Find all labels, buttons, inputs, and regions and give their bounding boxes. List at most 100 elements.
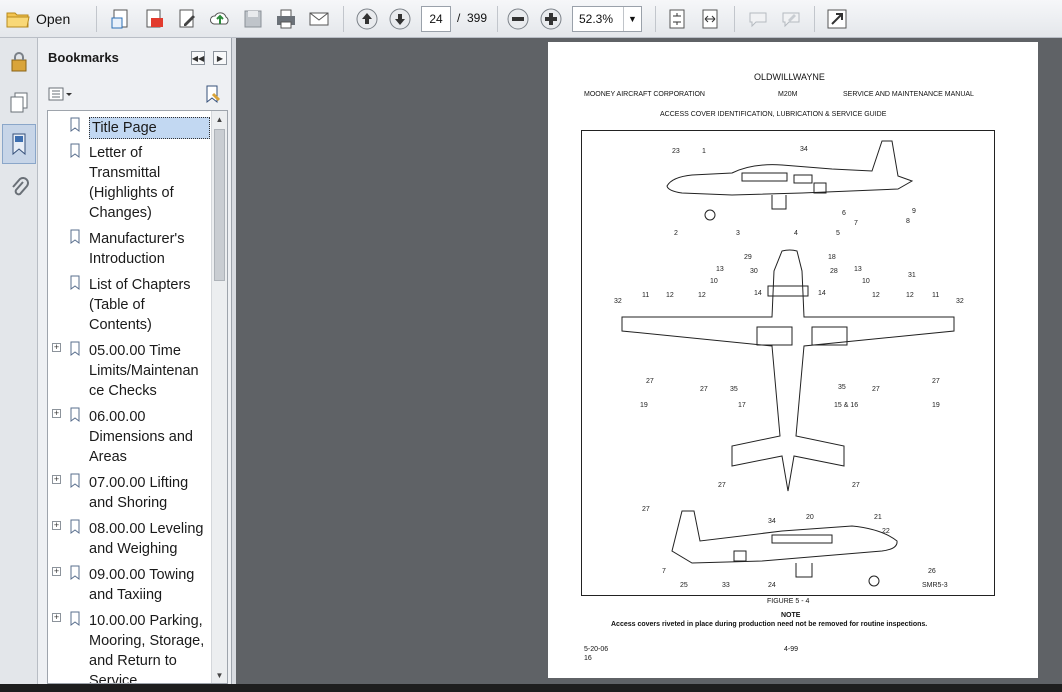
panel-title: Bookmarks <box>48 49 119 65</box>
svg-text:11: 11 <box>642 292 649 299</box>
svg-text:SMR5-3: SMR5-3 <box>922 582 948 589</box>
create-pdf-icon <box>111 9 128 29</box>
page-number-input[interactable]: 24 <box>421 6 451 32</box>
bookmark-label: 06.00.00 Dimensions and Areas <box>89 409 193 465</box>
svg-text:14: 14 <box>818 290 826 297</box>
svg-text:33: 33 <box>722 582 730 589</box>
save-button[interactable] <box>240 6 266 32</box>
fit-page-button[interactable] <box>664 6 690 32</box>
bookmark-item[interactable]: + 08.00.00 Leveling and Weighing <box>48 519 214 559</box>
zoom-in-button[interactable] <box>538 6 564 32</box>
highlight-button[interactable] <box>778 6 804 32</box>
scroll-down-icon[interactable]: ▼ <box>212 667 227 683</box>
bookmarks-panel: Bookmarks ◀◀ ▶ Title Page Letter of Trans… <box>38 38 232 692</box>
email-button[interactable] <box>306 6 332 32</box>
bookmarks-button[interactable] <box>2 124 36 164</box>
print-button[interactable] <box>273 6 299 32</box>
expand-icon[interactable]: + <box>52 521 61 530</box>
save-icon <box>244 10 262 28</box>
bookmark-icon <box>70 275 80 290</box>
bookmark-item[interactable]: + 06.00.00 Dimensions and Areas <box>48 407 214 467</box>
header-right: SERVICE AND MAINTENANCE MANUAL <box>843 91 974 98</box>
svg-text:24: 24 <box>768 582 776 589</box>
expand-icon[interactable]: + <box>52 613 61 622</box>
svg-text:27: 27 <box>700 386 708 393</box>
create-pdf-button[interactable] <box>108 6 134 32</box>
bookmark-tree: Title Page Letter of Transmittal (Highligh… <box>47 110 228 684</box>
upload-button[interactable] <box>207 6 233 32</box>
bookmark-icon <box>70 117 80 132</box>
svg-text:26: 26 <box>928 568 936 575</box>
svg-text:32: 32 <box>956 298 964 305</box>
bookmark-item[interactable]: Manufacturer's Introduction <box>48 229 214 269</box>
bookmark-item[interactable]: + 05.00.00 Time Limits/Maintenan ce Checks <box>48 341 214 401</box>
bookmark-icon <box>70 565 80 580</box>
page-subtitle: ACCESS COVER IDENTIFICATION, LUBRICATION… <box>660 111 887 118</box>
svg-text:12: 12 <box>872 292 880 299</box>
svg-text:34: 34 <box>768 518 776 525</box>
open-button[interactable]: Open <box>6 6 70 32</box>
main-toolbar: Open 24 / 399 52.3% ▼ <box>0 0 1062 38</box>
svg-text:11: 11 <box>932 292 939 299</box>
bookmark-label: 07.00.00 Lifting and Shoring <box>89 475 189 511</box>
export-button[interactable] <box>141 6 167 32</box>
pages-button[interactable] <box>2 82 36 122</box>
zoom-select[interactable]: 52.3% ▼ <box>572 6 642 32</box>
bookmark-item[interactable]: List of Chapters (Table of Contents) <box>48 275 214 335</box>
svg-text:17: 17 <box>738 402 746 409</box>
bookmark-icon <box>70 407 80 422</box>
bookmark-options-icon[interactable] <box>48 86 74 102</box>
previous-page-button[interactable] <box>354 6 380 32</box>
expand-icon[interactable]: + <box>52 475 61 484</box>
bookmark-scrollbar[interactable]: ▲ ▼ <box>211 111 227 683</box>
bookmark-item[interactable]: + 07.00.00 Lifting and Shoring <box>48 473 214 513</box>
svg-text:10: 10 <box>710 278 718 285</box>
attachments-button[interactable] <box>2 168 36 208</box>
svg-text:14: 14 <box>754 290 762 297</box>
zoom-out-icon <box>507 8 529 30</box>
bookmark-item[interactable]: + 09.00.00 Towing and Taxiing <box>48 565 214 605</box>
bookmark-item[interactable]: + 10.00.00 Parking, Mooring, Storage, and … <box>48 611 214 684</box>
bookmark-item[interactable]: Letter of Transmittal (Highlights of Change… <box>48 143 214 223</box>
svg-text:25: 25 <box>680 582 688 589</box>
svg-text:1: 1 <box>702 148 706 155</box>
expand-icon[interactable]: + <box>52 409 61 418</box>
bookmark-item[interactable]: Title Page <box>48 117 214 139</box>
watermark-text: OLDWILLWAYNE <box>754 72 825 82</box>
scroll-up-icon[interactable]: ▲ <box>212 111 227 127</box>
previous-page-icon <box>356 8 378 30</box>
collapse-panel-icon[interactable]: ◀◀ <box>191 51 205 65</box>
bookmark-icon <box>70 143 80 158</box>
chevron-down-icon[interactable]: ▼ <box>623 7 641 31</box>
fullscreen-button[interactable] <box>824 6 850 32</box>
svg-text:30: 30 <box>750 268 758 275</box>
header-center: M20M <box>778 91 798 98</box>
bookmark-icon <box>70 473 80 488</box>
expand-bookmark-icon[interactable] <box>203 84 223 104</box>
svg-text:5: 5 <box>836 230 840 237</box>
svg-text:4: 4 <box>794 230 798 237</box>
options-arrow-icon[interactable]: ▶ <box>213 51 227 65</box>
next-page-button[interactable] <box>387 6 413 32</box>
bookmark-label-text: Letter of Transmittal (Highlights of Change… <box>89 145 174 221</box>
svg-text:6: 6 <box>842 210 846 217</box>
fit-width-button[interactable] <box>697 6 723 32</box>
fit-width-icon <box>702 9 718 29</box>
zoom-out-button[interactable] <box>505 6 531 32</box>
bookmark-label: 10.00.00 Parking, Mooring, Storage, and Re… <box>89 613 205 684</box>
status-strip <box>0 684 1062 692</box>
expand-icon[interactable]: + <box>52 567 61 576</box>
bookmark-label: Title Page <box>89 117 210 139</box>
security-button[interactable] <box>2 42 36 82</box>
svg-text:7: 7 <box>854 220 858 227</box>
edit-button[interactable] <box>174 6 200 32</box>
separator <box>497 6 498 32</box>
comment-button[interactable] <box>745 6 771 32</box>
svg-text:2: 2 <box>674 230 678 237</box>
svg-text:13: 13 <box>716 266 724 273</box>
scroll-thumb[interactable] <box>214 129 225 281</box>
svg-text:27: 27 <box>646 378 654 385</box>
expand-icon[interactable]: + <box>52 343 61 352</box>
bookmark-label: 08.00.00 Leveling and Weighing <box>89 521 204 557</box>
svg-text:12: 12 <box>698 292 706 299</box>
